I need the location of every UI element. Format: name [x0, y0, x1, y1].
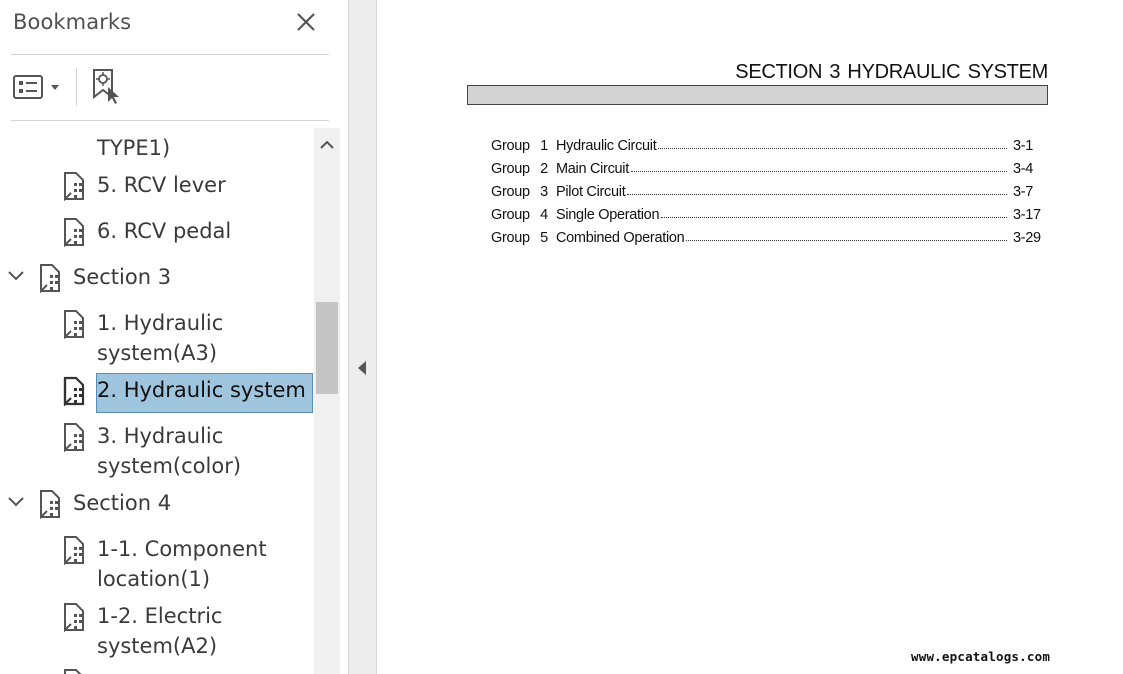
- panel-splitter[interactable]: [349, 0, 377, 674]
- bookmark-label: system(color): [97, 454, 242, 478]
- bookmark-icon: [64, 603, 84, 632]
- collapse-panel-button[interactable]: [355, 359, 369, 377]
- toc-entry[interactable]: Group 3 Pilot Circuit 3-7: [491, 177, 1044, 200]
- panel-divider: [11, 120, 329, 121]
- bookmark-label: system(A3): [97, 341, 218, 365]
- watermark: www.epcatalogs.com: [911, 649, 1051, 664]
- bookmark-item[interactable]: TYPE1): [0, 133, 314, 163]
- bookmark-icon: [64, 218, 84, 247]
- toc-entry[interactable]: Group 5 Combined Operation 3-29: [491, 223, 1044, 246]
- toc-title: Single Operation: [556, 207, 660, 223]
- bookmark-label: 3. Hydraulic: [97, 424, 224, 448]
- toc-page-number: 3-7: [1013, 184, 1034, 200]
- section-title: SECTION 3 HYDRAULIC SYSTEM: [735, 61, 1048, 83]
- toc-entry[interactable]: Group 1 Hydraulic Circuit 3-1: [491, 131, 1044, 154]
- bookmark-label: location(1): [97, 567, 211, 591]
- bookmark-label: 2. Hydraulic system: [97, 378, 306, 402]
- close-panel-button[interactable]: [293, 9, 319, 35]
- toc-title: Pilot Circuit: [556, 184, 626, 200]
- bookmark-item[interactable]: 1-1. Component location(1): [0, 534, 314, 596]
- toc-group-number: 3: [540, 184, 548, 200]
- close-icon: [297, 13, 315, 31]
- bookmark-icon: [64, 536, 84, 565]
- toc-entry[interactable]: Group 4 Single Operation 3-17: [491, 200, 1044, 223]
- scrollbar-track[interactable]: [314, 128, 340, 674]
- toc-entry[interactable]: Group 2 Main Circuit 3-4: [491, 154, 1044, 177]
- chevron-up-icon: [320, 140, 334, 149]
- bookmark-item[interactable]: 6. RCV pedal: [0, 216, 314, 248]
- toc-group-number: 1: [540, 138, 548, 154]
- bookmark-icon: [40, 490, 60, 519]
- bookmarks-panel: Bookmarks TYPE1) 5. RCV lever 6. RCV ped…: [0, 0, 349, 674]
- bookmark-label: 1-1. Component: [97, 537, 267, 561]
- scrollbar-thumb[interactable]: [316, 302, 338, 394]
- toc-leader-dots: [661, 217, 1007, 218]
- bookmark-item-section-4[interactable]: Section 4: [0, 488, 314, 520]
- toolbar-separator: [76, 68, 77, 106]
- bookmark-label: TYPE1): [97, 136, 171, 160]
- new-bookmark-icon: [93, 69, 119, 104]
- toc-page-number: 3-29: [1013, 230, 1041, 246]
- bookmark-label: 6. RCV pedal: [97, 219, 232, 243]
- toc-title: Combined Operation: [556, 230, 685, 246]
- scroll-up-button[interactable]: [314, 128, 340, 160]
- panel-title: Bookmarks: [13, 10, 132, 34]
- toc-title: Hydraulic Circuit: [556, 138, 657, 154]
- bookmark-label: Section 4: [73, 491, 172, 515]
- toc-title: Main Circuit: [556, 161, 629, 177]
- bookmark-item[interactable]: 1-2. Electric system(A2): [0, 601, 314, 663]
- bookmark-item[interactable]: 3. Hydraulic system(color): [0, 421, 314, 483]
- options-menu-icon: [13, 75, 59, 99]
- toc-group-number: 5: [540, 230, 548, 246]
- chevron-down-icon[interactable]: [7, 495, 25, 509]
- toc-group-label: Group: [491, 184, 530, 200]
- toc-group-number: 4: [540, 207, 548, 223]
- bookmark-item-section-3[interactable]: Section 3: [0, 262, 314, 294]
- bookmark-item[interactable]: 5. RCV lever: [0, 170, 314, 202]
- toc-group-label: Group: [491, 161, 530, 177]
- bookmark-icon: [40, 264, 60, 293]
- bookmark-icon: [64, 423, 84, 452]
- toc-group-label: Group: [491, 138, 530, 154]
- bookmark-label: 1-2. Electric: [97, 604, 223, 628]
- toc-page-number: 3-1: [1013, 138, 1034, 154]
- toc-group-number: 2: [540, 161, 548, 177]
- toc-page-number: 3-17: [1013, 207, 1041, 223]
- bookmark-label: 5. RCV lever: [97, 173, 226, 197]
- toc-leader-dots: [658, 148, 1007, 149]
- bookmark-options-button[interactable]: [12, 70, 64, 104]
- section-title-bar: [467, 85, 1048, 105]
- new-bookmark-button[interactable]: [90, 67, 126, 105]
- toc-leader-dots: [627, 194, 1007, 195]
- chevron-down-icon[interactable]: [7, 269, 25, 283]
- bookmark-item-selected[interactable]: 2. Hydraulic system: [0, 375, 314, 411]
- bookmark-tree: TYPE1) 5. RCV lever 6. RCV pedal Section…: [0, 128, 314, 674]
- bookmark-label: Section 3: [73, 265, 172, 289]
- bookmark-label: 1. Hydraulic: [97, 311, 224, 335]
- toc-page-number: 3-4: [1013, 161, 1034, 177]
- toc-group-label: Group: [491, 207, 530, 223]
- bookmark-icon: [64, 172, 84, 201]
- toc-leader-dots: [630, 171, 1007, 172]
- panel-divider: [11, 54, 329, 55]
- bookmark-icon: [64, 310, 84, 339]
- bookmark-icon: [63, 376, 85, 406]
- toc-leader-dots: [686, 240, 1007, 241]
- bookmark-icon: [64, 669, 82, 674]
- toc-group-label: Group: [491, 230, 530, 246]
- bookmark-item[interactable]: 1. Hydraulic system(A3): [0, 308, 314, 370]
- triangle-left-icon: [358, 361, 366, 375]
- bookmark-label: system(A2): [97, 634, 218, 658]
- table-of-contents: Group 1 Hydraulic Circuit 3-1 Group 2 Ma…: [491, 131, 1044, 246]
